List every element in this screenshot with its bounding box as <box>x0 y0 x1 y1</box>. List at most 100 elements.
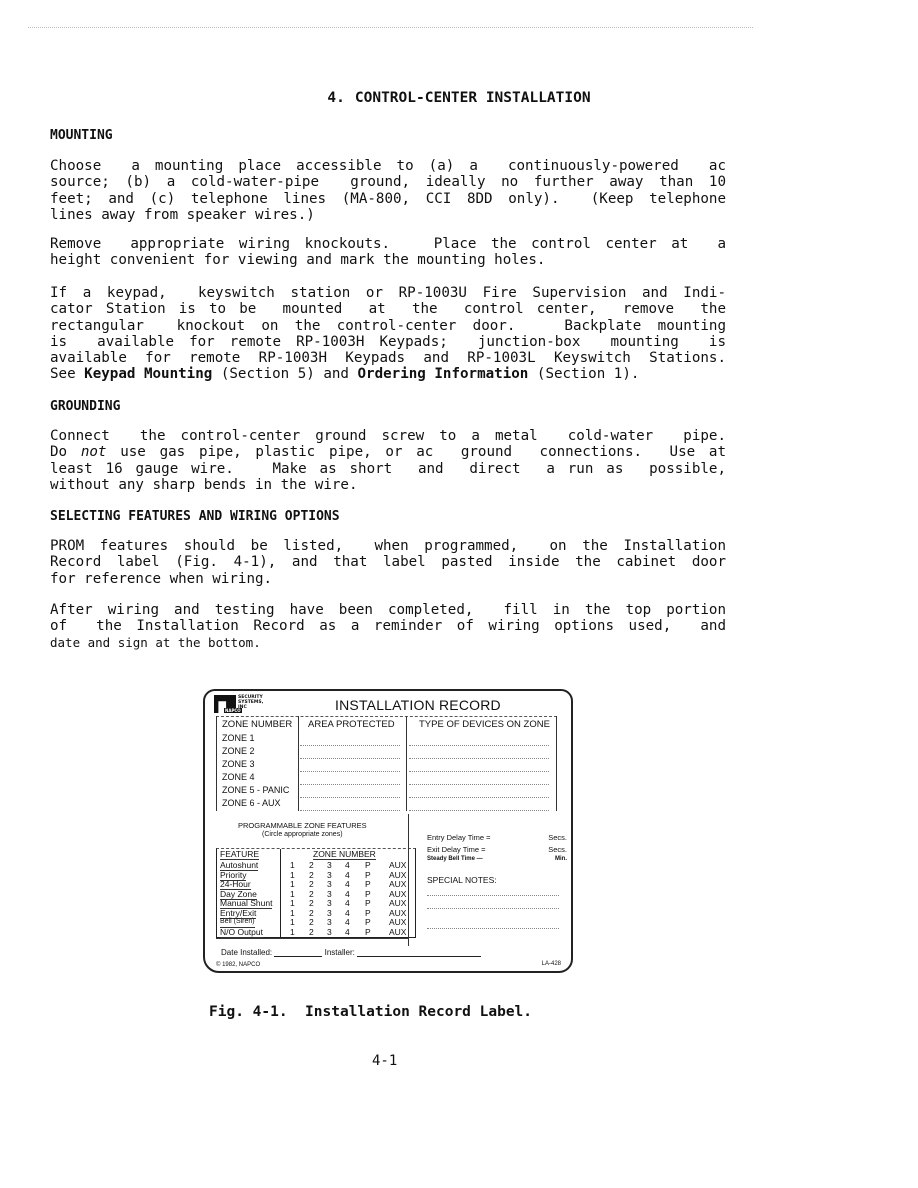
figure-caption: Fig. 4-1. Installation Record Label. <box>209 1004 532 1020</box>
feature-table: FEATURE ZONE NUMBER Autoshunt 1 2 3 4 P AUX Pri… <box>216 848 416 938</box>
grounding-paragraph: Connect the control-center ground screw … <box>50 428 726 493</box>
text-line: If a keypad, keyswitch station or RP-100… <box>50 285 726 301</box>
zone-option[interactable]: 3 <box>327 860 332 870</box>
feature-row: Day Zone 1 2 3 4 P AUX <box>217 889 415 900</box>
section-title-text: CONTROL-CENTER INSTALLATION <box>354 90 591 106</box>
zone-option[interactable]: P <box>365 908 371 918</box>
setting-label: Steady Bell Time — <box>427 856 483 862</box>
installation-record-label: SECURITY SYSTEMS, INC NAPCO INSTALLATION… <box>203 689 573 973</box>
zone-option[interactable]: 3 <box>327 889 332 899</box>
zone-option[interactable]: 1 <box>290 908 295 918</box>
column-header-device-type: TYPE OF DEVICES ON ZONE <box>419 719 550 730</box>
feature-row: Priority 1 2 3 4 P AUX <box>217 870 415 881</box>
zone-option[interactable]: AUX <box>389 908 406 918</box>
programmable-features-subtitle: (Circle appropriate zones) <box>262 831 343 838</box>
zone-option[interactable]: 1 <box>290 889 295 899</box>
column-header-area-protected: AREA PROTECTED <box>308 719 395 730</box>
zone-option[interactable]: AUX <box>389 870 406 880</box>
setting-unit: Min. <box>555 856 567 862</box>
text-line: is available for remote RP-1003H Keypads… <box>50 333 726 350</box>
zone-option[interactable]: 4 <box>345 927 350 937</box>
column-header-zone-number: ZONE NUMBER <box>222 719 293 730</box>
text-line: of the Installation Record as a reminder… <box>50 618 726 635</box>
zone-option[interactable]: AUX <box>389 927 406 937</box>
zone-option[interactable]: 2 <box>309 860 314 870</box>
fill-in-line <box>300 810 400 811</box>
heading-mounting: MOUNTING <box>50 128 113 143</box>
zone-option[interactable]: 4 <box>345 889 350 899</box>
mounting-paragraph-2: Remove appropriate wiring knockouts. Pla… <box>50 236 726 269</box>
notes-line <box>427 928 559 929</box>
zone-option[interactable]: 3 <box>327 898 332 908</box>
scan-top-rule <box>28 27 753 28</box>
zone-option[interactable]: P <box>365 917 371 927</box>
zone-option[interactable]: 3 <box>327 870 332 880</box>
zone-option[interactable]: 1 <box>290 870 295 880</box>
zone-name: ZONE 1 <box>222 733 255 743</box>
text-line: date and sign at the bottom. <box>50 634 261 650</box>
zone-option[interactable]: AUX <box>389 879 406 889</box>
column-header-feature: FEATURE <box>220 849 260 860</box>
zone-option[interactable]: 3 <box>327 927 332 937</box>
heading-grounding: GROUNDING <box>50 399 121 414</box>
feature-row: Entry/Exit 1 2 3 4 P AUX <box>217 908 415 919</box>
zone-option[interactable]: AUX <box>389 860 406 870</box>
zone-option[interactable]: 1 <box>290 879 295 889</box>
zone-name: ZONE 6 - AUX <box>222 798 281 808</box>
zone-option[interactable]: P <box>365 889 371 899</box>
copyright: © 1982, NAPCO <box>216 962 261 968</box>
mounting-paragraph-1: Choose a mounting place accessible to (a… <box>50 158 726 223</box>
zone-name: ZONE 4 <box>222 772 255 782</box>
zone-option[interactable]: 4 <box>345 917 350 927</box>
text-line: Do not use gas pipe, plastic pipe, or ac… <box>50 444 727 461</box>
zone-name: ZONE 5 - PANIC <box>222 785 290 795</box>
zone-option[interactable]: 2 <box>309 898 314 908</box>
setting-row: Entry Delay Time = Secs. <box>427 833 567 844</box>
zone-option[interactable]: P <box>365 927 371 937</box>
zone-option[interactable]: P <box>365 879 371 889</box>
zone-option[interactable]: 2 <box>309 927 314 937</box>
zone-option[interactable]: 4 <box>345 898 350 908</box>
zone-option[interactable]: P <box>365 898 371 908</box>
zone-option[interactable]: 3 <box>327 908 332 918</box>
zone-row: ZONE 2 <box>216 746 557 759</box>
zone-option[interactable]: 1 <box>290 898 295 908</box>
zone-option[interactable]: 3 <box>327 917 332 927</box>
zone-option[interactable]: 1 <box>290 927 295 937</box>
zone-option[interactable]: 2 <box>309 879 314 889</box>
zone-option[interactable]: P <box>365 860 371 870</box>
date-installed-label: Date Installed: <box>221 948 273 957</box>
zone-option[interactable]: 4 <box>345 908 350 918</box>
emphasis-not: not <box>80 444 107 461</box>
zone-option[interactable]: 2 <box>309 870 314 880</box>
text-line: available for remote RP-1003H Keypads an… <box>50 350 726 367</box>
zone-option[interactable]: AUX <box>389 898 406 908</box>
zone-option[interactable]: AUX <box>389 889 406 899</box>
programmable-features-title: PROGRAMMABLE ZONE FEATURES <box>238 821 367 830</box>
zone-option[interactable]: 1 <box>290 917 295 927</box>
page-number: 4-1 <box>372 1053 398 1069</box>
zone-option[interactable]: 3 <box>327 879 332 889</box>
zone-option[interactable]: 4 <box>345 860 350 870</box>
zone-option[interactable]: 1 <box>290 860 295 870</box>
zone-row: ZONE 4 <box>216 772 557 785</box>
zone-row: ZONE 3 <box>216 759 557 772</box>
napco-logo: SECURITY SYSTEMS, INC NAPCO <box>214 695 263 713</box>
feature-row: N/O Output 1 2 3 4 P AUX <box>217 926 415 938</box>
zone-option[interactable]: P <box>365 870 371 880</box>
zone-option[interactable]: 2 <box>309 908 314 918</box>
section-title: 4. CONTROL-CENTER INSTALLATION <box>0 90 918 106</box>
feature-name: N/O Output <box>220 926 263 938</box>
fill-in-line <box>409 810 549 811</box>
text-line: cator Station is to be mounted at the co… <box>50 301 726 318</box>
text-line: height convenient for viewing and mark t… <box>50 252 546 269</box>
text-line: without any sharp bends in the wire. <box>50 476 358 493</box>
zone-row: ZONE 5 - PANIC <box>216 785 557 798</box>
zone-option[interactable]: 4 <box>345 870 350 880</box>
zone-option[interactable]: AUX <box>389 917 406 927</box>
zone-option[interactable]: 2 <box>309 889 314 899</box>
text-line: After wiring and testing have been compl… <box>50 602 726 618</box>
zone-option[interactable]: 4 <box>345 879 350 889</box>
feature-row: Autoshunt 1 2 3 4 P AUX <box>217 860 415 871</box>
zone-option[interactable]: 2 <box>309 917 314 927</box>
